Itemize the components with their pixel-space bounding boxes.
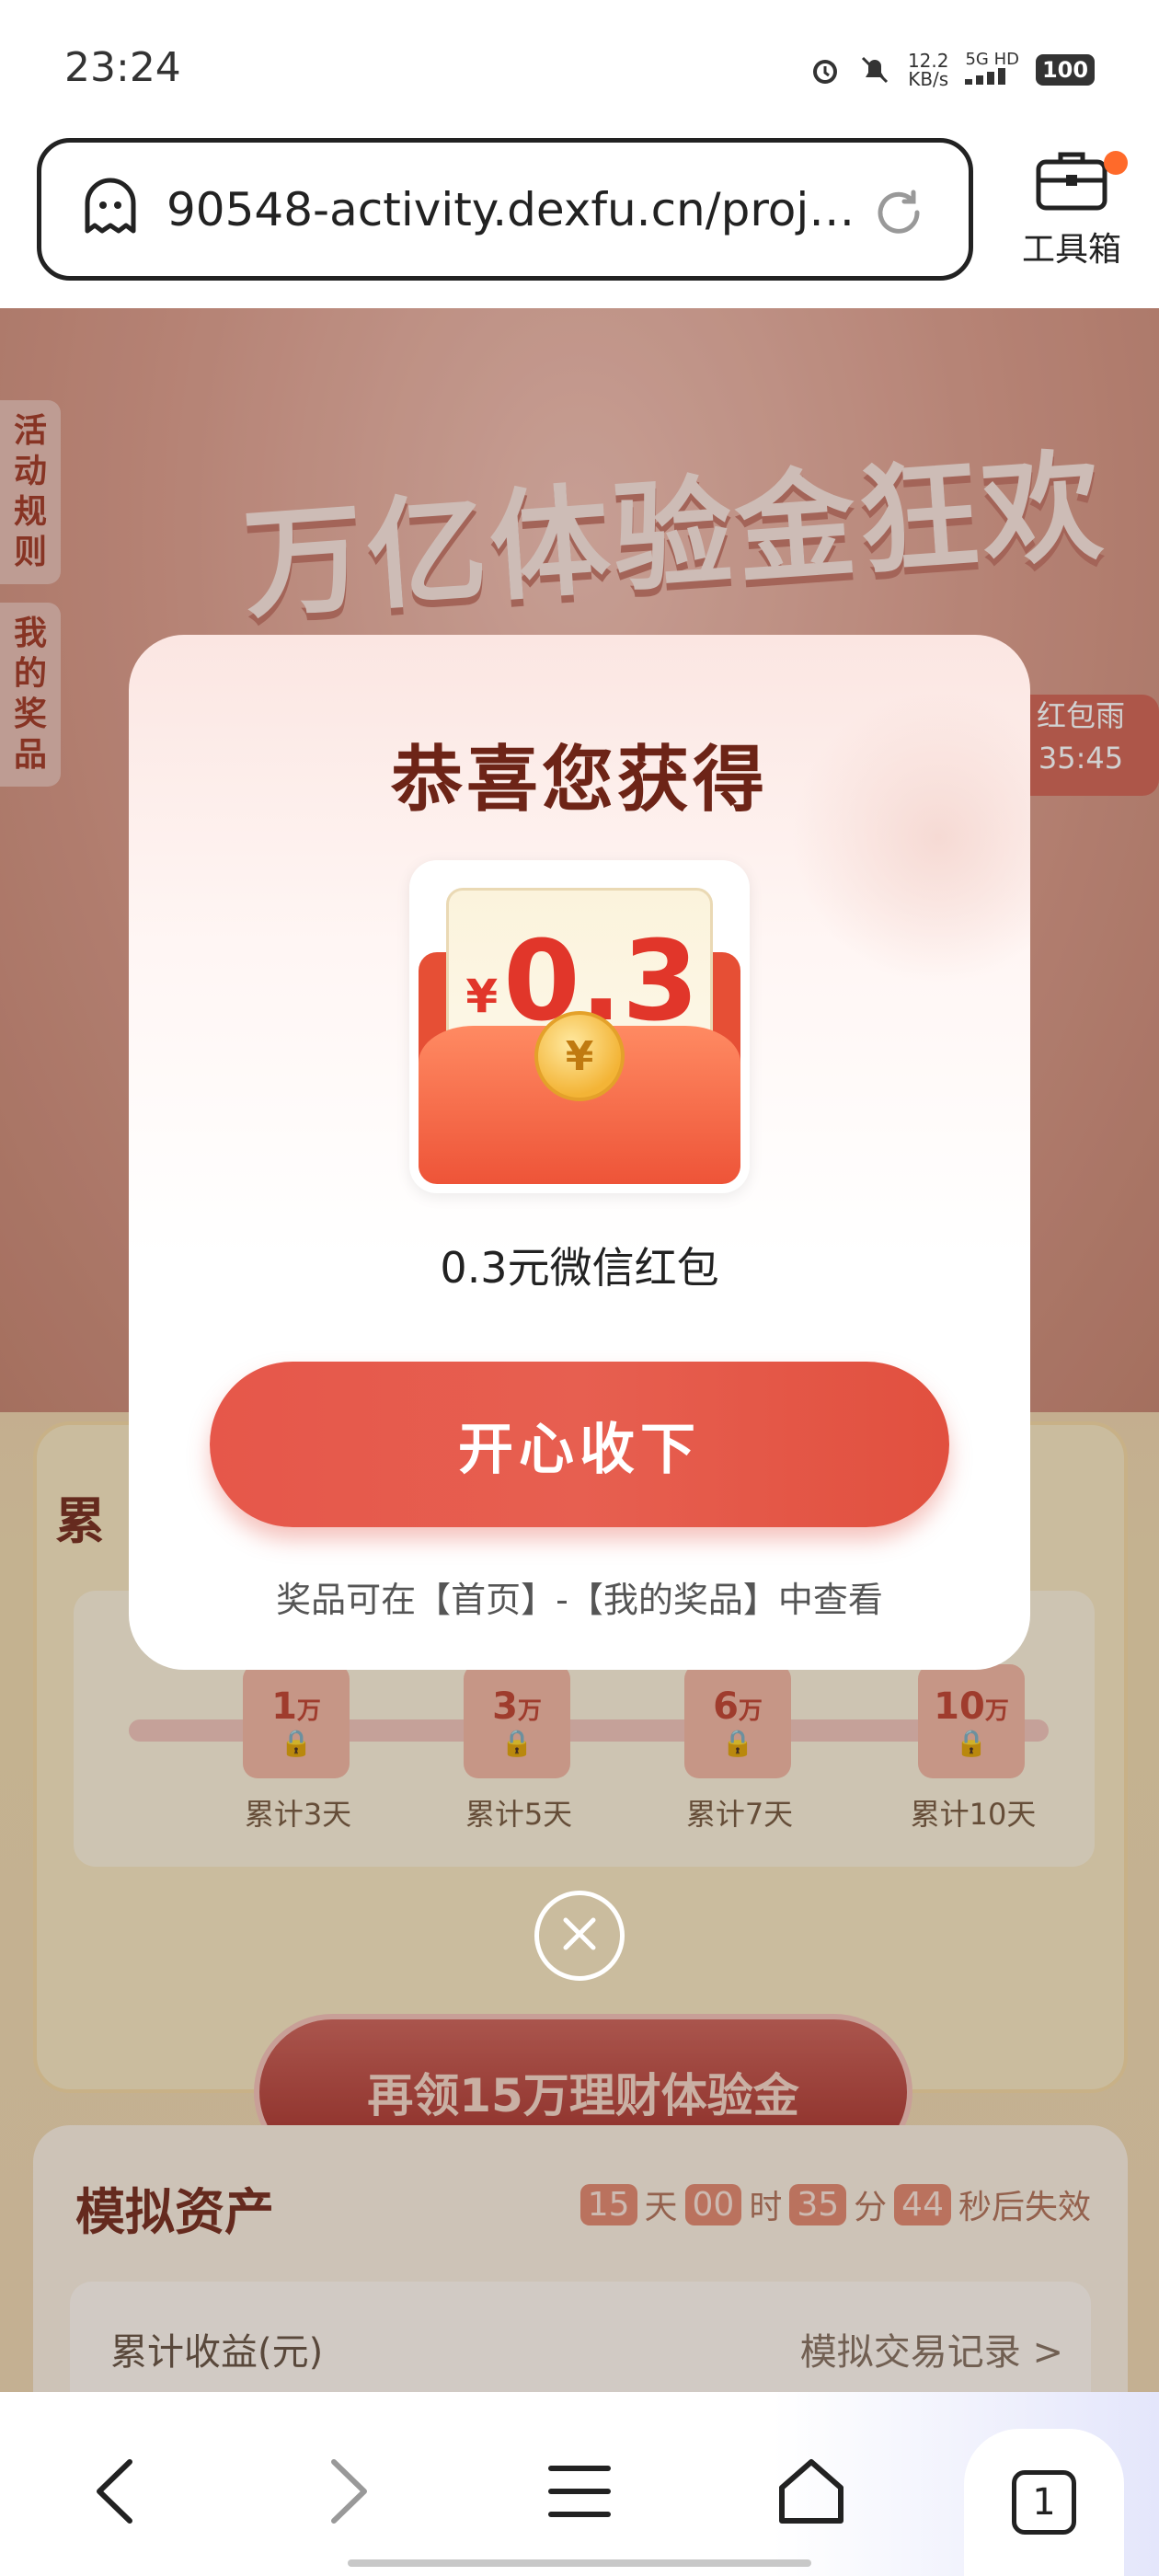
modal-title: 恭喜您获得 [390, 739, 768, 822]
network-indicator: 5G HD [965, 52, 1019, 88]
currency-symbol: ¥ [465, 970, 499, 1023]
speed-unit: KB/s [908, 68, 949, 90]
status-icons: 12.2 KB/s 5G HD 100 [809, 52, 1095, 88]
ghost-icon [78, 176, 143, 244]
status-time: 23:24 [64, 44, 181, 91]
back-arrow-icon [88, 2455, 143, 2532]
notification-dot [1104, 151, 1128, 175]
forward-arrow-icon [320, 2455, 375, 2532]
alarm-icon [809, 53, 842, 86]
toolbox-icon [1035, 152, 1108, 215]
mute-bell-icon [858, 53, 891, 86]
accept-button[interactable]: 开心收下 [210, 1362, 949, 1527]
battery-icon: 100 [1036, 54, 1095, 86]
close-button[interactable] [534, 1891, 625, 1981]
network-type: 5G HD [965, 50, 1019, 69]
url-text[interactable]: 90548-activity.dexfu.cn/proj… [166, 183, 866, 236]
browser-bar: 90548-activity.dexfu.cn/proj… 工具箱 [0, 138, 1159, 308]
bottom-navigation: 1 [0, 2392, 1159, 2576]
home-indicator[interactable] [348, 2559, 811, 2567]
prize-modal: 恭喜您获得 ¥0.3 ¥ 0.3元微信红包 开心收下 奖品可在【首页】-【我的奖… [129, 635, 1030, 1670]
signal-icon [965, 68, 1006, 85]
toolbox-label: 工具箱 [1021, 231, 1121, 269]
home-button[interactable] [765, 2447, 857, 2539]
prize-name: 0.3元微信红包 [440, 1243, 719, 1293]
coin-icon: ¥ [534, 1011, 625, 1101]
home-icon [775, 2455, 848, 2532]
address-bar[interactable]: 90548-activity.dexfu.cn/proj… [37, 138, 973, 281]
tab-count: 1 [1012, 2470, 1076, 2535]
close-icon [557, 1911, 602, 1961]
forward-button[interactable] [302, 2447, 394, 2539]
menu-button[interactable] [534, 2447, 625, 2539]
red-packet-image: ¥0.3 ¥ [409, 860, 750, 1193]
back-button[interactable] [70, 2447, 162, 2539]
reload-icon[interactable] [871, 185, 926, 244]
tabs-button[interactable]: 1 [964, 2429, 1124, 2576]
menu-icon [547, 2459, 612, 2527]
prize-hint: 奖品可在【首页】-【我的奖品】中查看 [276, 1580, 883, 1620]
status-bar: 23:24 12.2 KB/s 5G HD 100 [0, 0, 1159, 138]
network-speed: 12.2 KB/s [908, 52, 949, 88]
toolbox-button[interactable]: 工具箱 [1012, 147, 1131, 270]
speed-value: 12.2 [907, 50, 949, 72]
